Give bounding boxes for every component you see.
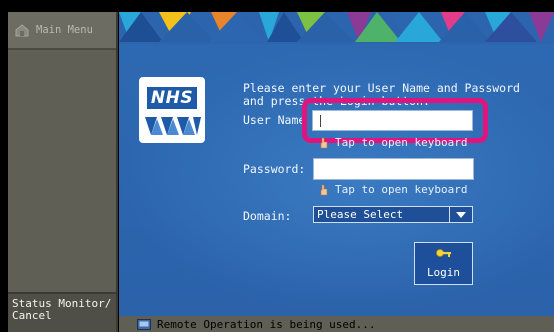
nhs-logo-text: NHS — [150, 88, 194, 108]
instructions-line1: Please enter your User Name and Password — [243, 81, 520, 95]
status-bar: Remote Operation is being used... — [119, 316, 554, 332]
status-message: Remote Operation is being used... — [157, 317, 376, 331]
login-button-label: Login — [426, 266, 461, 279]
domain-label: Domain: — [243, 209, 292, 223]
logo-triangles — [145, 117, 201, 135]
nhs-logo: NHS — [139, 77, 205, 143]
password-keyboard-hint-label: Tap to open keyboard — [335, 183, 468, 196]
password-field[interactable] — [313, 158, 474, 180]
screen: Main Menu Status Monitor/ Cancel NHS Ple… — [0, 0, 554, 332]
password-label: Password: — [243, 162, 306, 176]
triangle-pattern — [119, 12, 554, 44]
header-banner — [119, 12, 554, 44]
hand-pointer-icon — [320, 137, 328, 148]
main-menu-button[interactable]: Main Menu — [8, 12, 116, 50]
chevron-down-icon — [449, 207, 472, 222]
main-menu-label: Main Menu — [36, 24, 93, 36]
password-keyboard-hint[interactable]: Tap to open keyboard — [319, 183, 467, 196]
username-label: User Name — [243, 113, 306, 127]
username-keyboard-hint[interactable]: Tap to open keyboard — [319, 136, 467, 149]
domain-select[interactable]: Please Select — [313, 206, 473, 223]
status-monitor-cancel-button[interactable]: Status Monitor/ Cancel — [8, 292, 116, 332]
sidebar: Main Menu Status Monitor/ Cancel — [8, 12, 118, 332]
login-button[interactable]: Login — [414, 242, 473, 285]
domain-selected-value: Please Select — [317, 208, 404, 221]
house-icon — [15, 24, 29, 37]
remote-monitor-icon — [137, 318, 151, 330]
status-monitor-label: Status Monitor/ Cancel — [12, 297, 112, 322]
key-icon — [435, 249, 451, 257]
hand-pointer-icon — [320, 184, 328, 195]
nhs-logo-box: NHS — [147, 87, 197, 109]
username-keyboard-hint-label: Tap to open keyboard — [335, 136, 468, 149]
